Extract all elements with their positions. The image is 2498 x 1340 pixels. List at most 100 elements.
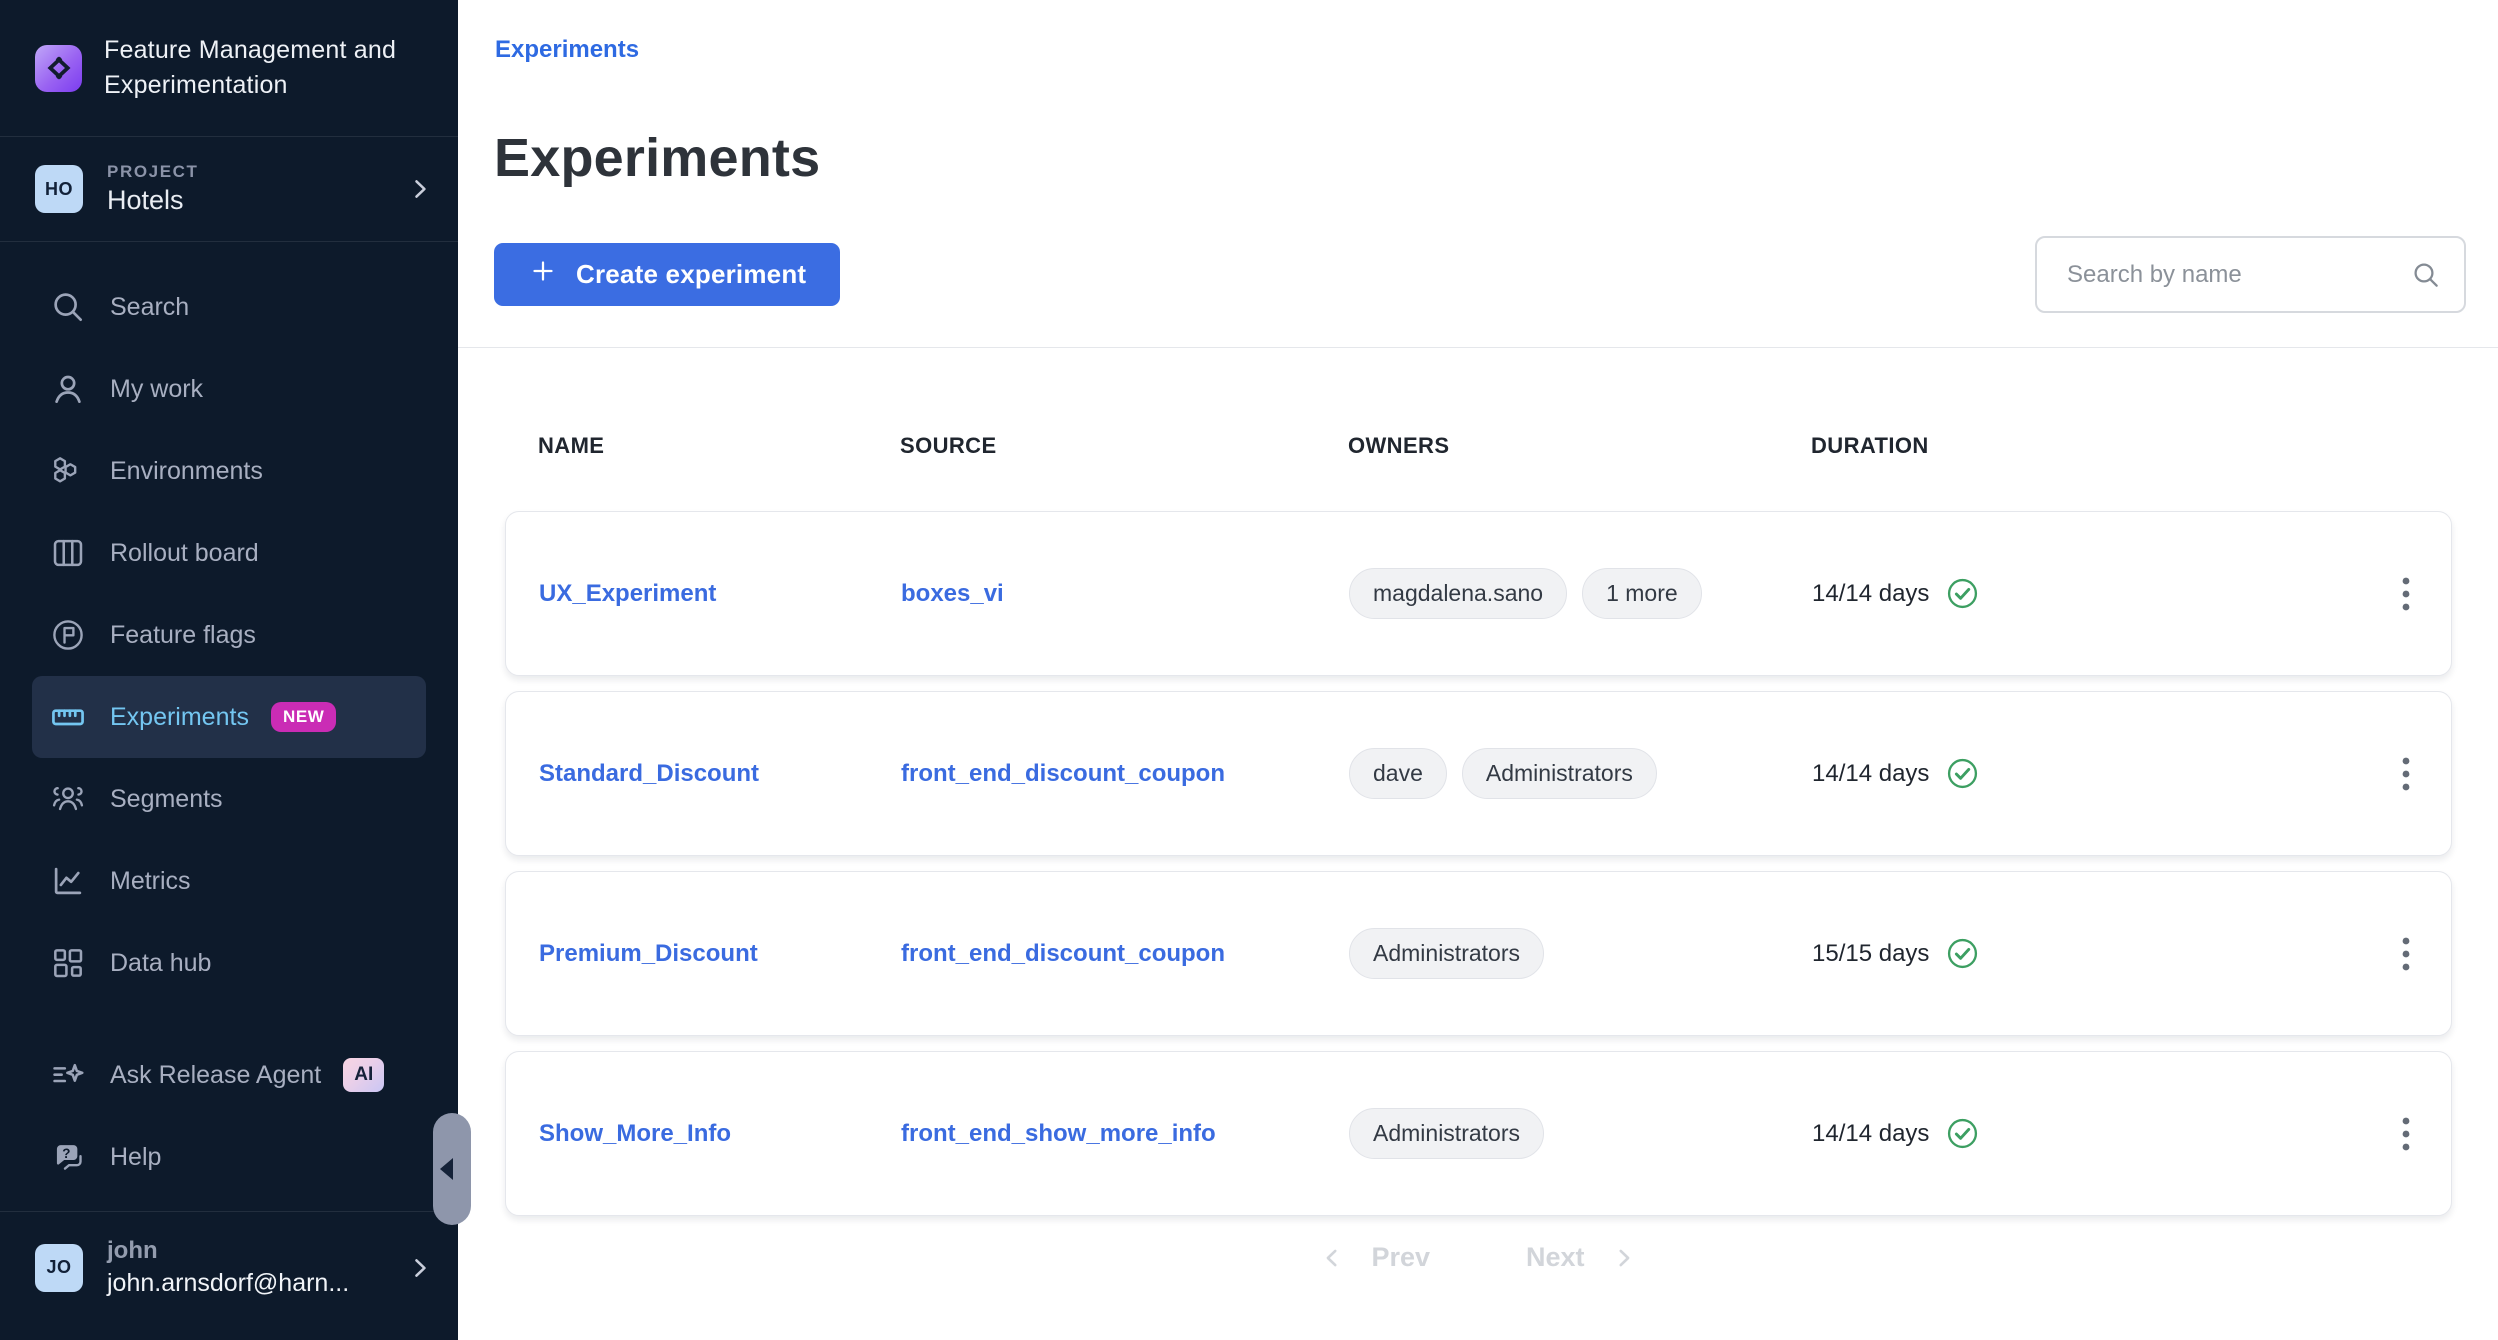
search-icon <box>2410 259 2442 291</box>
sidebar-item-label: Search <box>110 293 189 322</box>
chevron-left-icon <box>1319 1245 1345 1271</box>
owner-pill[interactable]: Administrators <box>1349 1108 1544 1159</box>
experiment-name-link[interactable]: Standard_Discount <box>539 760 759 788</box>
create-experiment-label: Create experiment <box>576 259 806 290</box>
duration-cell: 15/15 days <box>1812 936 2337 971</box>
table-row: Standard_Discount front_end_discount_coup… <box>505 691 2452 856</box>
user-name: john <box>107 1237 349 1265</box>
app-logo-icon[interactable] <box>35 45 82 92</box>
ruler-icon <box>48 698 88 736</box>
breadcrumb-link[interactable]: Experiments <box>495 36 639 63</box>
next-page-button[interactable]: Next <box>1526 1242 1637 1273</box>
sidebar-item-label: Segments <box>110 785 223 814</box>
chevron-left-icon <box>440 1158 453 1180</box>
sidebar-item-ask-release-agent[interactable]: Ask Release Agent AI <box>32 1034 426 1116</box>
sidebar-item-metrics[interactable]: Metrics <box>32 840 426 922</box>
table-row: Premium_Discount front_end_discount_coupo… <box>505 871 2452 1036</box>
sidebar-collapse-handle[interactable] <box>433 1113 471 1225</box>
board-icon <box>48 534 88 572</box>
search-box <box>2035 236 2466 313</box>
sidebar-item-rollout-board[interactable]: Rollout board <box>32 512 426 594</box>
sidebar-item-feature-flags[interactable]: Feature flags <box>32 594 426 676</box>
ai-sparkle-icon <box>48 1056 88 1094</box>
user-menu[interactable]: JO john john.arnsdorf@harn... <box>0 1212 458 1323</box>
owner-pill[interactable]: 1 more <box>1582 568 1702 619</box>
column-header-name: NAME <box>538 433 900 459</box>
column-header-source: SOURCE <box>900 433 1348 459</box>
sidebar-item-my-work[interactable]: My work <box>32 348 426 430</box>
sidebar-footer-nav: Ask Release Agent AI ?Help <box>0 1034 458 1198</box>
sidebar-nav: Search My work Environments Rollout board Fe… <box>0 242 458 1004</box>
new-badge: NEW <box>271 702 336 732</box>
app-header: Feature Management and Experimentation <box>0 0 458 136</box>
sidebar-item-segments[interactable]: Segments <box>32 758 426 840</box>
check-circle-icon <box>1945 936 1980 971</box>
help-icon: ? <box>48 1138 88 1176</box>
app-title: Feature Management and Experimentation <box>104 33 414 103</box>
experiments-table: NAMESOURCEOWNERSDURATION UX_Experiment bo… <box>505 348 2452 1216</box>
check-circle-icon <box>1945 756 1980 791</box>
source-link[interactable]: front_end_discount_coupon <box>901 760 1225 788</box>
duration-text: 14/14 days <box>1812 1120 1929 1148</box>
chevron-right-icon <box>406 175 434 203</box>
sidebar-item-experiments[interactable]: ExperimentsNEW <box>32 676 426 758</box>
sidebar-item-environments[interactable]: Environments <box>32 430 426 512</box>
chevron-right-icon <box>406 1254 434 1282</box>
plus-icon <box>528 256 558 293</box>
sidebar-item-data-hub[interactable]: Data hub <box>32 922 426 1004</box>
check-circle-icon <box>1945 1116 1980 1151</box>
experiment-name-link[interactable]: Show_More_Info <box>539 1120 731 1148</box>
hexagons-icon <box>48 452 88 490</box>
row-menu-button[interactable] <box>2385 925 2427 983</box>
project-selector[interactable]: HO PROJECT Hotels <box>0 137 458 241</box>
sidebar-item-label: My work <box>110 375 203 404</box>
check-circle-icon <box>1945 576 1980 611</box>
flag-circle-icon <box>48 616 88 654</box>
row-menu-button[interactable] <box>2385 1105 2427 1163</box>
user-avatar: JO <box>35 1244 83 1292</box>
main-content: Experiments Experiments Create experimen… <box>458 0 2498 1340</box>
duration-text: 14/14 days <box>1812 580 1929 608</box>
next-page-label: Next <box>1526 1242 1585 1273</box>
datahub-icon <box>48 944 88 982</box>
owner-pill[interactable]: dave <box>1349 748 1447 799</box>
experiment-name-link[interactable]: UX_Experiment <box>539 580 716 608</box>
source-link[interactable]: boxes_vi <box>901 580 1004 608</box>
owners-cell: dave Administrators <box>1349 748 1812 799</box>
duration-text: 15/15 days <box>1812 940 1929 968</box>
project-name: Hotels <box>107 185 199 216</box>
segments-icon <box>48 780 88 818</box>
duration-cell: 14/14 days <box>1812 1116 2337 1151</box>
row-menu-button[interactable] <box>2385 745 2427 803</box>
source-link[interactable]: front_end_show_more_info <box>901 1120 1216 1148</box>
row-menu-button[interactable] <box>2385 565 2427 623</box>
search-input[interactable] <box>2035 236 2466 313</box>
table-header-row: NAMESOURCEOWNERSDURATION <box>505 348 2452 511</box>
sidebar-item-help[interactable]: ?Help <box>32 1116 426 1198</box>
user-icon <box>48 370 88 408</box>
column-header-actions <box>2338 433 2428 459</box>
ai-badge: AI <box>343 1058 384 1092</box>
owners-cell: magdalena.sano 1 more <box>1349 568 1812 619</box>
source-link[interactable]: front_end_discount_coupon <box>901 940 1225 968</box>
breadcrumb: Experiments <box>495 36 2498 66</box>
owner-pill[interactable]: Administrators <box>1462 748 1657 799</box>
sidebar-item-label: Rollout board <box>110 539 259 568</box>
user-info: john john.arnsdorf@harn... <box>107 1237 349 1298</box>
pagination: Prev Next <box>458 1242 2498 1273</box>
prev-page-button[interactable]: Prev <box>1319 1242 1430 1273</box>
page-title: Experiments <box>494 130 2498 186</box>
prev-page-label: Prev <box>1371 1242 1430 1273</box>
sidebar-item-label: Ask Release Agent <box>110 1061 321 1090</box>
owner-pill[interactable]: Administrators <box>1349 928 1544 979</box>
sidebar-item-label: Feature flags <box>110 621 256 650</box>
sidebar-item-search[interactable]: Search <box>32 266 426 348</box>
experiment-name-link[interactable]: Premium_Discount <box>539 940 758 968</box>
sidebar-item-label: Environments <box>110 457 263 486</box>
project-label: PROJECT <box>107 162 199 182</box>
owner-pill[interactable]: magdalena.sano <box>1349 568 1567 619</box>
create-experiment-button[interactable]: Create experiment <box>494 243 840 306</box>
svg-text:?: ? <box>62 1146 70 1161</box>
project-avatar: HO <box>35 165 83 213</box>
table-body: UX_Experiment boxes_vi magdalena.sano 1 mor… <box>505 511 2452 1216</box>
